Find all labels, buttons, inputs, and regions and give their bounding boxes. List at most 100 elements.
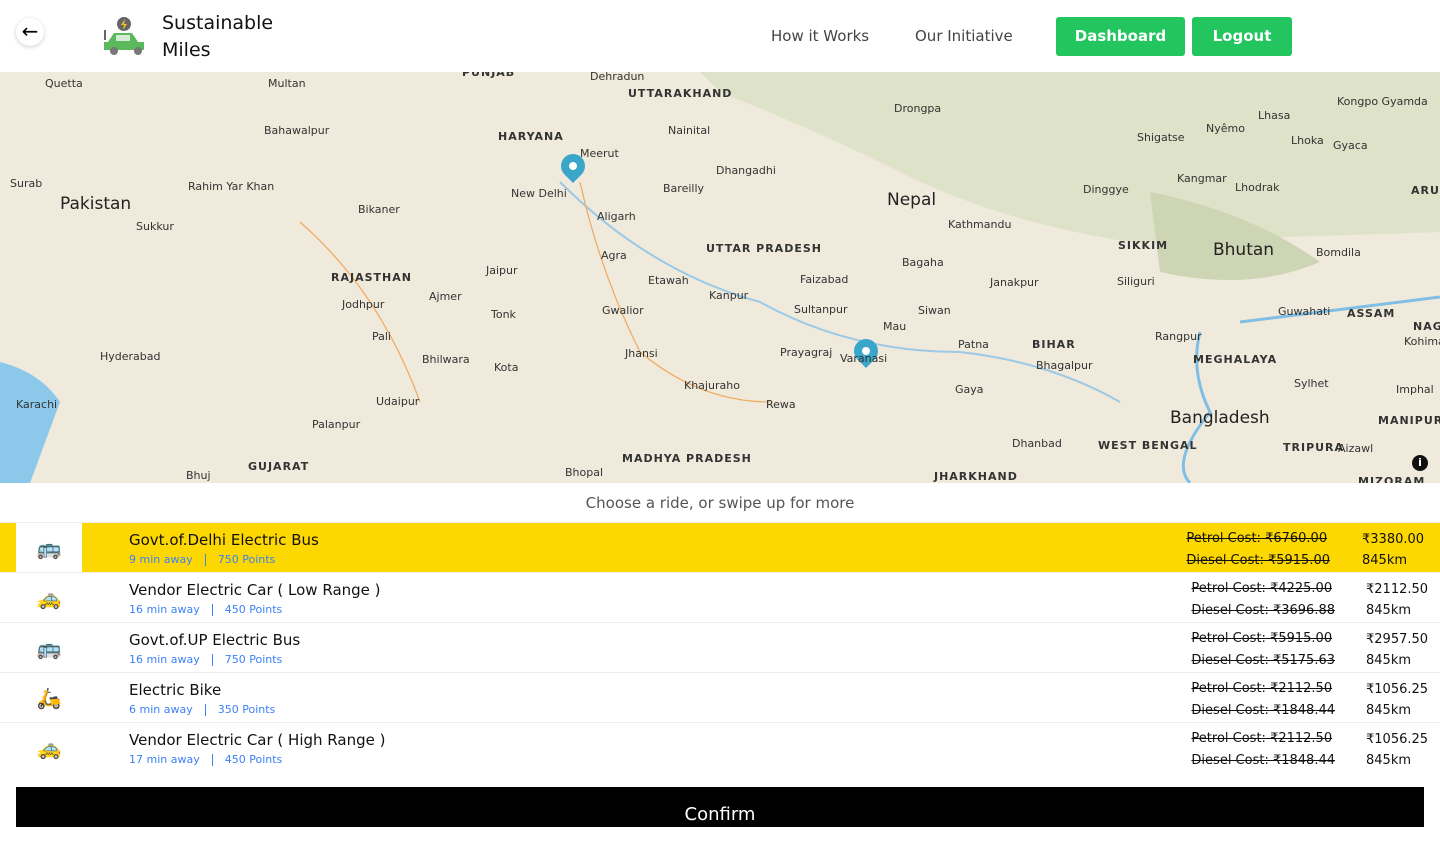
map-label: MADHYA PRADESH xyxy=(622,452,752,465)
route-map[interactable]: i Quetta Multan Bahawalpur Surab Pakistan Rah… xyxy=(0,72,1440,483)
ride-meta: 16 min away 750 Points xyxy=(129,653,282,666)
map-label: Lhoka xyxy=(1291,134,1324,147)
electric-car-logo-icon xyxy=(104,17,144,55)
map-label: Pali xyxy=(372,330,391,343)
diesel-cost: Diesel Cost: ₹5175.63 xyxy=(1191,653,1335,668)
map-label: Meerut xyxy=(580,147,619,160)
ride-points: 450 Points xyxy=(224,753,283,766)
ride-price: ₹1056.25 845km xyxy=(1366,679,1428,721)
price-value: ₹1056.25 xyxy=(1366,682,1429,697)
map-label: NAGA xyxy=(1413,320,1440,333)
ride-eta: 9 min away xyxy=(129,553,193,566)
map-info-icon[interactable]: i xyxy=(1412,455,1428,471)
ride-points: 350 Points xyxy=(217,703,276,716)
map-label: PUNJAB xyxy=(462,72,516,79)
dashboard-button[interactable]: Dashboard xyxy=(1056,17,1185,56)
fuel-costs: Petrol Cost: ₹2112.50 Diesel Cost: ₹1848.… xyxy=(1191,728,1335,772)
ride-meta: 6 min away 350 Points xyxy=(129,703,275,716)
map-label: Sylhet xyxy=(1294,377,1329,390)
map-label: MEGHALAYA xyxy=(1193,353,1278,366)
map-label: Bagaha xyxy=(902,256,944,269)
map-label: Nepal xyxy=(887,190,937,210)
diesel-cost: Diesel Cost: ₹3696.88 xyxy=(1191,603,1335,618)
nav-our-initiative[interactable]: Our Initiative xyxy=(915,27,1013,45)
distance: 845km xyxy=(1366,703,1412,718)
ride-name: Govt.of.UP Electric Bus xyxy=(129,631,301,649)
map-label: Faizabad xyxy=(800,273,849,286)
map-label: Bhilwara xyxy=(422,353,470,366)
brand-line-2: Miles xyxy=(162,39,211,61)
ride-option[interactable]: 🚕 Vendor Electric Car ( Low Range ) 16 m… xyxy=(0,572,1440,622)
map-label: Prayagraj xyxy=(780,346,833,359)
map-label: Kathmandu xyxy=(948,218,1012,231)
back-arrow-icon[interactable]: ← xyxy=(16,18,44,46)
map-label: RAJASTHAN xyxy=(331,271,412,284)
electric-car-icon: 🚕 xyxy=(36,586,62,610)
logout-button[interactable]: Logout xyxy=(1192,17,1292,56)
ride-eta: 16 min away xyxy=(129,603,200,616)
map-label: Aligarh xyxy=(597,210,636,223)
map-label: MIZORAM xyxy=(1358,475,1426,483)
map-label: Dhangadhi xyxy=(716,164,776,177)
price-value: ₹2957.50 xyxy=(1366,632,1429,647)
header: ← Sustainable Miles How it Works Our Init… xyxy=(0,0,1440,72)
map-label: Janakpur xyxy=(990,276,1039,289)
ride-price: ₹1056.25 845km xyxy=(1366,729,1428,771)
fuel-costs: Petrol Cost: ₹2112.50 Diesel Cost: ₹1848.… xyxy=(1191,678,1335,722)
map-label: Jhansi xyxy=(625,347,658,360)
map-label: Ajmer xyxy=(429,290,462,303)
map-label: HARYANA xyxy=(498,130,564,143)
map-label: Jodhpur xyxy=(342,298,385,311)
map-label: Bhuj xyxy=(186,469,211,482)
map-label: Khajuraho xyxy=(684,379,740,392)
distance: 845km xyxy=(1366,603,1412,618)
map-label: Bangladesh xyxy=(1170,408,1270,428)
ride-option[interactable]: 🚌 Govt.of.UP Electric Bus 16 min away 750… xyxy=(0,622,1440,672)
map-label: Etawah xyxy=(648,274,689,287)
map-label: Dehradun xyxy=(590,72,645,83)
confirm-button[interactable]: Confirm xyxy=(16,787,1424,827)
map-label: Siliguri xyxy=(1117,275,1155,288)
petrol-cost: Petrol Cost: ₹4225.00 xyxy=(1191,581,1333,596)
map-label: Kota xyxy=(494,361,519,374)
electric-bus-icon: 🚌 xyxy=(36,636,62,660)
map-label: Kanpur xyxy=(709,289,749,302)
ride-meta: 16 min away 450 Points xyxy=(129,603,282,616)
divider xyxy=(204,704,206,716)
map-label: Aizawl xyxy=(1338,442,1374,455)
map-label: Sultanpur xyxy=(794,303,848,316)
map-label: Udaipur xyxy=(376,395,420,408)
map-label: ASSAM xyxy=(1347,307,1396,320)
electric-car-icon: 🚕 xyxy=(36,736,62,760)
ride-list: 🚌 Govt.of.Delhi Electric Bus 9 min away 7… xyxy=(0,522,1440,772)
ride-points: 750 Points xyxy=(224,653,283,666)
map-label: Lhasa xyxy=(1258,109,1291,122)
map-label: Dinggye xyxy=(1083,183,1129,196)
ride-option[interactable]: 🚌 Govt.of.Delhi Electric Bus 9 min away 7… xyxy=(0,522,1440,573)
ride-name: Vendor Electric Car ( High Range ) xyxy=(129,731,386,749)
map-label: Quetta xyxy=(45,77,83,90)
map-label: BIHAR xyxy=(1032,338,1076,351)
map-label: Nyêmo xyxy=(1206,122,1245,135)
map-label: Gyaca xyxy=(1333,139,1368,152)
petrol-cost: Petrol Cost: ₹5915.00 xyxy=(1191,631,1333,646)
distance: 845km xyxy=(1362,553,1408,568)
map-label: Drongpa xyxy=(894,102,942,115)
diesel-cost: Diesel Cost: ₹1848.44 xyxy=(1191,753,1335,768)
ride-option[interactable]: 🛵 Electric Bike 6 min away 350 Points Pet… xyxy=(0,672,1440,722)
brand-line-1: Sustainable xyxy=(162,12,274,34)
ride-eta: 17 min away xyxy=(129,753,200,766)
map-label: Pakistan xyxy=(60,194,132,214)
map-label: Bomdila xyxy=(1316,246,1361,259)
fuel-costs: Petrol Cost: ₹6760.00 Diesel Cost: ₹5915.… xyxy=(1186,528,1330,572)
ride-meta: 9 min away 750 Points xyxy=(129,553,275,566)
nav-how-it-works[interactable]: How it Works xyxy=(771,27,869,45)
map-label: Bikaner xyxy=(358,203,400,216)
map-label: Rangpur xyxy=(1155,330,1202,343)
divider xyxy=(211,754,213,766)
map-label: MANIPUR xyxy=(1378,414,1440,427)
map-label: Jaipur xyxy=(486,264,518,277)
ride-name: Govt.of.Delhi Electric Bus xyxy=(129,531,319,549)
map-label: Bhopal xyxy=(565,466,604,479)
ride-option[interactable]: 🚕 Vendor Electric Car ( High Range ) 17 … xyxy=(0,722,1440,772)
